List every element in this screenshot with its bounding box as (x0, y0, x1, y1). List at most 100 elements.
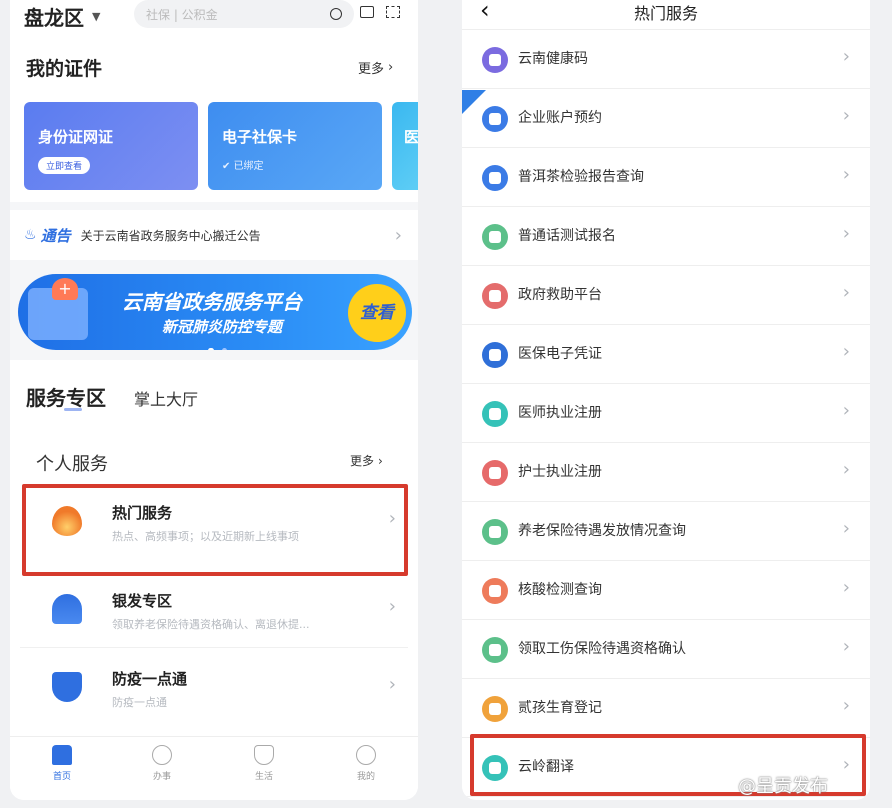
hot-service-item[interactable]: 核酸检测查询 › (462, 561, 870, 620)
personal-services-title: 个人服务 (36, 454, 108, 475)
shield-outline-icon (254, 745, 274, 765)
tab-bar: 首页 办事 生活 我的 (10, 736, 418, 800)
top-bar: 盘龙区 ▼ 社保 | 公积金 (10, 0, 418, 36)
search-box[interactable]: 社保 | 公积金 (134, 0, 354, 28)
tab-home[interactable]: 首页 (32, 745, 92, 782)
carousel-dot (222, 348, 228, 350)
card-icon[interactable] (360, 6, 374, 18)
tab-life[interactable]: 生活 (234, 745, 294, 782)
chevron-right-icon: › (388, 596, 396, 617)
service-glyph-icon (489, 231, 501, 243)
service-glyph-icon (489, 585, 501, 597)
header-bar: ‹ 热门服务 (462, 0, 870, 30)
hot-service-item[interactable]: 养老保险待遇发放情况查询 › (462, 502, 870, 561)
search-icon (330, 8, 342, 20)
service-icon (482, 519, 508, 545)
hot-service-item[interactable]: 云南健康码 › (462, 30, 870, 89)
service-glyph-icon (489, 526, 501, 538)
service-icon (482, 401, 508, 427)
watermark: @呈贡发布 (738, 776, 828, 797)
hot-service-item[interactable]: 普洱茶检验报告查询 › (462, 148, 870, 207)
carousel-dot-active (208, 348, 214, 350)
tab-me[interactable]: 我的 (336, 745, 396, 782)
tab-palm-hall[interactable]: 掌上大厅 (134, 386, 198, 410)
service-icon (482, 224, 508, 250)
medical-cross-icon: + (52, 278, 78, 300)
highlight-box (22, 484, 408, 576)
service-glyph-icon (489, 113, 501, 125)
hot-service-item[interactable]: 医保电子凭证 › (462, 325, 870, 384)
personal-services-more-link[interactable]: 更多 › (350, 452, 383, 469)
service-icon (482, 578, 508, 604)
chevron-right-icon: › (842, 518, 850, 539)
id-card-button[interactable]: 立即查看 (38, 157, 91, 174)
hot-service-label: 云南健康码 (518, 51, 588, 67)
chevron-right-icon: › (842, 577, 850, 598)
service-glyph-icon (489, 54, 501, 66)
hot-service-item[interactable]: 贰孩生育登记 › (462, 679, 870, 738)
chevron-right-icon: › (842, 223, 850, 244)
hot-service-item[interactable]: 医师执业注册 › (462, 384, 870, 443)
chevron-right-icon: › (842, 636, 850, 657)
hot-services-screen: ‹ 热门服务 云南健康码 › 企业账户预约 › 普洱茶检验报告查询 › 普通话测试报名 › 政府… (462, 0, 870, 800)
epidemic-banner[interactable]: + 云南省政务服务平台 新冠肺炎防控专题 查看 (18, 274, 412, 350)
bound-status-label: 已绑定 (233, 161, 264, 172)
chevron-right-icon: › (842, 46, 850, 67)
medical-card[interactable]: 医 (392, 102, 418, 190)
chevron-right-icon: › (842, 695, 850, 716)
service-epidemic[interactable]: 防疫一点通 防疫一点通 › (20, 648, 408, 726)
certificates-more-link[interactable]: 更多 › (358, 58, 393, 77)
chevron-right-icon: › (388, 674, 396, 695)
flame-icon: ♨ (24, 227, 37, 243)
scan-icon[interactable] (386, 6, 400, 18)
banner-view-button[interactable]: 查看 (348, 284, 406, 342)
hot-service-item[interactable]: 领取工伤保险待遇资格确认 › (462, 620, 870, 679)
banner-title: 云南省政务服务平台 (122, 290, 302, 314)
person-icon (356, 745, 376, 765)
hot-service-label: 普洱茶检验报告查询 (518, 169, 644, 185)
chevron-right-icon: › (842, 164, 850, 185)
hot-service-item[interactable]: 普通话测试报名 › (462, 207, 870, 266)
hot-service-label: 医保电子凭证 (518, 346, 602, 362)
notice-tag: 通告 (40, 226, 71, 245)
service-glyph-icon (489, 408, 501, 420)
service-seniors-title: 银发专区 (112, 592, 173, 610)
service-seniors-subtitle: 领取养老保险待遇资格确认、离退休提... (112, 618, 310, 631)
hot-service-label: 政府救助平台 (518, 287, 602, 303)
chevron-right-icon: › (842, 459, 850, 480)
hot-service-label: 养老保险待遇发放情况查询 (518, 523, 686, 539)
service-icon (482, 696, 508, 722)
service-icon (482, 637, 508, 663)
chevron-right-icon: › (378, 453, 383, 468)
heart-icon (152, 745, 172, 765)
notice-bar[interactable]: ♨ 通告 关于云南省政务服务中心搬迁公告 › (10, 210, 418, 260)
id-card[interactable]: 身份证网证 立即查看 (24, 102, 198, 190)
service-glyph-icon (489, 467, 501, 479)
hot-service-item[interactable]: 护士执业注册 › (462, 443, 870, 502)
service-glyph-icon (489, 644, 501, 656)
hot-service-item[interactable]: 政府救助平台 › (462, 266, 870, 325)
hot-service-label: 护士执业注册 (518, 464, 602, 480)
hot-service-label: 核酸检测查询 (518, 582, 602, 598)
chevron-right-icon: › (394, 224, 402, 246)
chevron-right-icon: › (842, 400, 850, 421)
hot-service-label: 企业账户预约 (518, 110, 602, 126)
service-seniors[interactable]: 银发专区 领取养老保险待遇资格确认、离退休提... › (20, 570, 408, 648)
social-security-card[interactable]: 电子社保卡 ✔ 已绑定 (208, 102, 382, 190)
location-label: 盘龙区 (24, 5, 84, 30)
tab-services[interactable]: 办事 (132, 745, 192, 782)
elderly-person-icon (52, 594, 82, 624)
service-glyph-icon (489, 290, 501, 302)
social-security-card-title: 电子社保卡 (222, 128, 298, 146)
caret-down-icon: ▼ (92, 9, 101, 23)
carousel-dots (208, 338, 230, 350)
hot-service-label: 领取工伤保险待遇资格确认 (518, 641, 686, 657)
chevron-right-icon: › (388, 60, 394, 75)
location-selector[interactable]: 盘龙区 ▼ (24, 2, 100, 30)
tab-underline (64, 408, 82, 411)
more-label: 更多 (358, 62, 385, 77)
home-icon (52, 745, 72, 765)
hot-service-item[interactable]: 企业账户预约 › (462, 89, 870, 148)
search-input[interactable]: 社保 | 公积金 (146, 6, 330, 23)
tab-service-zone[interactable]: 服务专区 (26, 382, 106, 411)
